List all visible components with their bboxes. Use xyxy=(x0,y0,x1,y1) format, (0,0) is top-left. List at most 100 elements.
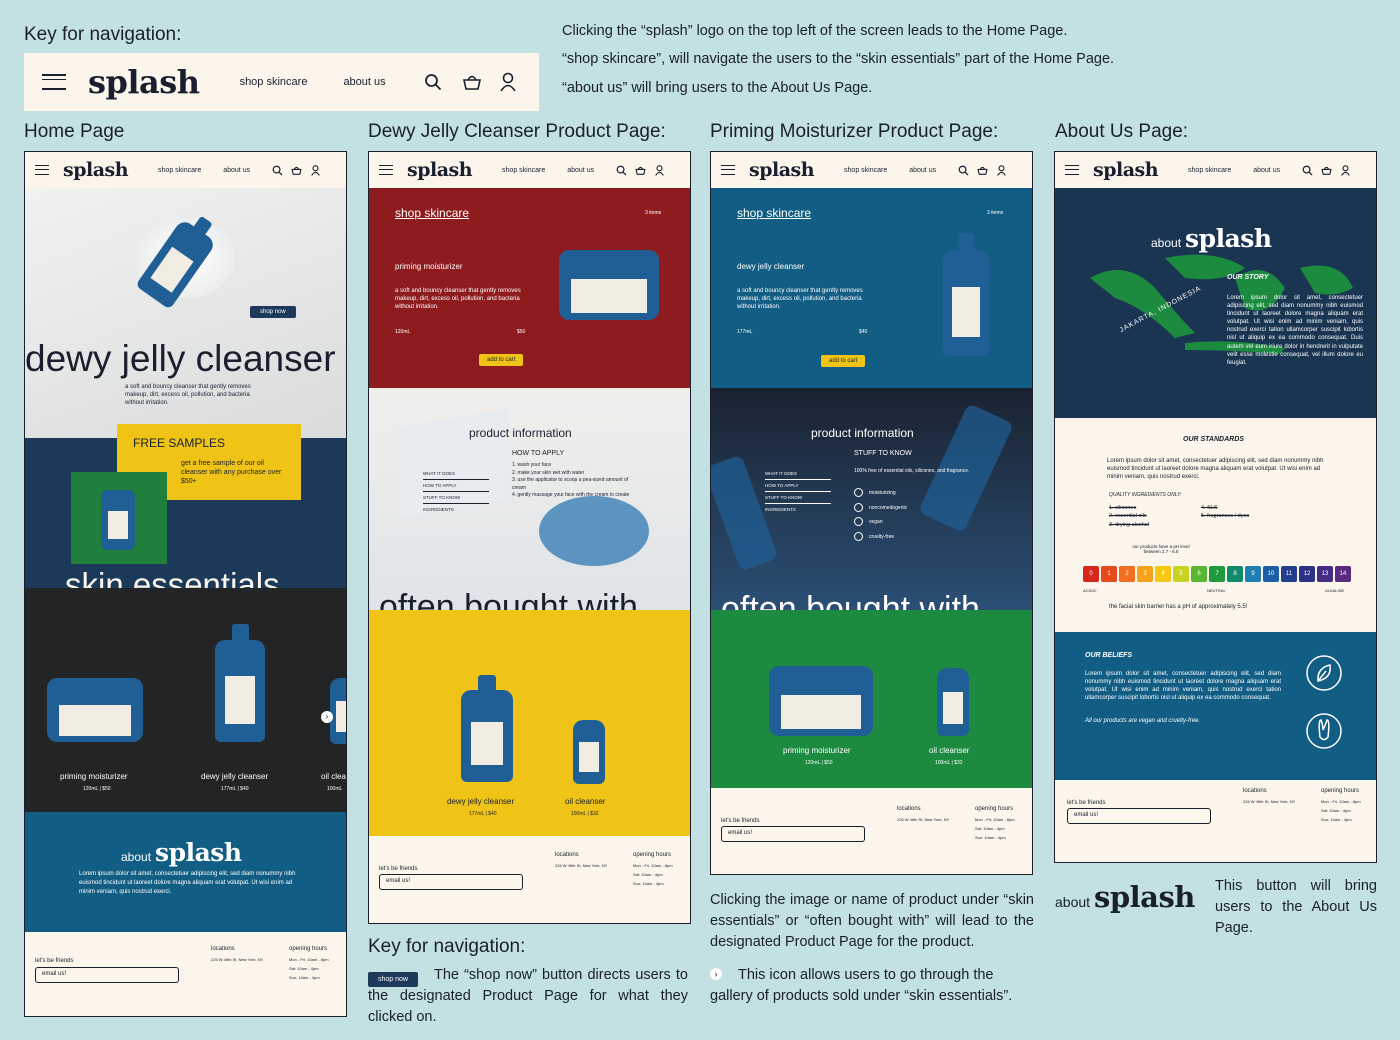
info-tab[interactable]: STUFF TO KNOW xyxy=(423,492,489,504)
add-to-cart-button[interactable]: add to cart xyxy=(479,354,524,366)
product-name[interactable]: oil cleanser xyxy=(565,797,605,806)
product-image-dewy[interactable] xyxy=(461,675,513,782)
locations-title: locations xyxy=(555,852,579,858)
search-icon[interactable] xyxy=(616,165,627,176)
ingredient: 4. SLS xyxy=(1201,505,1218,511)
product-name[interactable]: dewy jelly cleanser xyxy=(447,797,514,806)
logo[interactable]: splash xyxy=(88,63,200,101)
product-meta: 177mL | $40 xyxy=(221,786,249,792)
product-image-oil[interactable] xyxy=(937,668,969,736)
logo[interactable]: splash xyxy=(63,159,129,181)
nav-about-us[interactable]: about us xyxy=(567,167,594,174)
nav-shop-skincare[interactable]: shop skincare xyxy=(844,167,887,174)
basket-icon[interactable] xyxy=(635,165,646,176)
product-name[interactable]: oil cleanser xyxy=(929,746,969,755)
chevron-right-icon[interactable]: › xyxy=(321,711,333,723)
nav-shop-skincare[interactable]: shop skincare xyxy=(158,167,201,174)
often-bought-section: priming moisturizer 120mL | $50 oil clea… xyxy=(711,610,1032,790)
menu-icon[interactable] xyxy=(35,165,49,175)
product-image-priming[interactable] xyxy=(47,678,143,742)
logo[interactable]: splash xyxy=(1093,159,1159,181)
search-icon[interactable] xyxy=(272,165,283,176)
info-tab[interactable]: HOW TO APPLY xyxy=(765,480,831,492)
basket-icon[interactable] xyxy=(291,165,302,176)
product-image-oil[interactable] xyxy=(330,678,346,744)
rabbit-icon xyxy=(1306,713,1342,749)
menu-icon[interactable] xyxy=(379,165,393,175)
ph-swatch: 7 xyxy=(1209,566,1225,582)
email-field[interactable]: email us! xyxy=(35,967,179,983)
account-icon[interactable] xyxy=(499,72,516,92)
ph-swatch: 3 xyxy=(1137,566,1153,582)
info-title: product information xyxy=(469,426,572,440)
info-tab[interactable]: WHAT IT DOES xyxy=(765,468,831,480)
beliefs-title: OUR BELIEFS xyxy=(1085,652,1133,659)
account-icon[interactable] xyxy=(1340,164,1351,176)
hours-line: Sat: 10am - 4pm xyxy=(289,966,319,971)
ph-caption: the facial skin barrier has a pH of appr… xyxy=(1109,604,1248,610)
nav-about-us[interactable]: about us xyxy=(909,167,936,174)
account-icon[interactable] xyxy=(996,164,1007,176)
shop-skincare-link[interactable]: shop skincare xyxy=(395,206,469,220)
info-menu: WHAT IT DOES HOW TO APPLY STUFF TO KNOW … xyxy=(423,468,489,515)
product-meta: 177mL | $40 xyxy=(469,811,497,817)
email-field[interactable]: email us! xyxy=(721,826,865,842)
nav-about-us[interactable]: about us xyxy=(1253,167,1280,174)
logo[interactable]: splash xyxy=(749,159,815,181)
info-tab[interactable]: INGREDIENTS xyxy=(765,504,831,515)
email-field[interactable]: email us! xyxy=(379,874,523,890)
email-field[interactable]: email us! xyxy=(1067,808,1211,824)
friends-label: let's be friends xyxy=(1067,800,1106,806)
basket-icon[interactable] xyxy=(1321,165,1332,176)
samples-desc: get a free sample of our oil cleanser wi… xyxy=(181,460,282,486)
hours-line: Mon - Fri: 10am - 8pm xyxy=(289,957,329,962)
product-image-priming[interactable] xyxy=(769,666,873,736)
shop-now-button[interactable]: shop now xyxy=(250,306,296,318)
product-size: 177mL xyxy=(737,329,753,335)
ph-swatch: 14 xyxy=(1335,566,1351,582)
info-tab[interactable]: HOW TO APPLY xyxy=(423,480,489,492)
search-icon[interactable] xyxy=(424,73,442,91)
menu-icon[interactable] xyxy=(1065,165,1079,175)
nav-about-us[interactable]: about us xyxy=(223,167,250,174)
product-name[interactable]: dewy jelly cleanser xyxy=(201,772,268,781)
address: 226 W 46th St, New York, NY xyxy=(1243,799,1296,804)
hours-line: Mon - Fri: 10am - 8pm xyxy=(1321,799,1361,804)
standards-body: Lorem ipsum dolor sit amet, consectetuer… xyxy=(1107,458,1324,480)
product-image-dewy[interactable] xyxy=(215,623,265,742)
menu-icon[interactable] xyxy=(42,74,66,90)
nav-shop-skincare[interactable]: shop skincare xyxy=(1188,167,1231,174)
nav-shop-skincare[interactable]: shop skincare xyxy=(240,76,308,88)
logo: splash xyxy=(1185,224,1272,253)
how-to-apply: HOW TO APPLY xyxy=(512,450,565,457)
locations-title: locations xyxy=(1243,788,1267,794)
account-icon[interactable] xyxy=(654,164,665,176)
logo: splash xyxy=(1094,880,1195,914)
account-icon[interactable] xyxy=(310,164,321,176)
info-tab[interactable]: STUFF TO KNOW xyxy=(765,492,831,504)
note-about: “about us” will bring users to the About… xyxy=(562,80,873,96)
basket-icon[interactable] xyxy=(977,165,988,176)
feature-tags: moisturizing noncomedogenic vegan cruelt… xyxy=(854,486,907,544)
search-icon[interactable] xyxy=(958,165,969,176)
basket-icon[interactable] xyxy=(462,73,482,91)
nav-shop-skincare[interactable]: shop skincare xyxy=(502,167,545,174)
logo[interactable]: splash xyxy=(407,159,473,181)
about-splash-button[interactable]: about splash xyxy=(121,838,242,867)
product-link-note: Clicking the image or name of product un… xyxy=(710,892,1034,951)
home-hero: shop now dewy jelly cleanser a soft and … xyxy=(25,188,346,438)
hours-line: Mon - Fri: 10am - 8pm xyxy=(633,863,673,868)
info-tab[interactable]: WHAT IT DOES xyxy=(423,468,489,480)
about-splash-button[interactable]: about splash xyxy=(1055,880,1195,914)
search-icon[interactable] xyxy=(1302,165,1313,176)
menu-icon[interactable] xyxy=(721,165,735,175)
info-tab[interactable]: INGREDIENTS xyxy=(423,504,489,515)
product-name[interactable]: priming moisturizer xyxy=(783,746,851,755)
product-name[interactable]: oil clea xyxy=(321,772,346,781)
add-to-cart-button[interactable]: add to cart xyxy=(821,355,866,367)
shop-skincare-link[interactable]: shop skincare xyxy=(737,206,811,220)
priming-product-hero: shop skincare 3 items dewy jelly cleanse… xyxy=(711,188,1032,388)
product-name[interactable]: priming moisturizer xyxy=(60,772,128,781)
product-image-oil[interactable] xyxy=(573,720,605,784)
nav-about-us[interactable]: about us xyxy=(343,76,385,88)
